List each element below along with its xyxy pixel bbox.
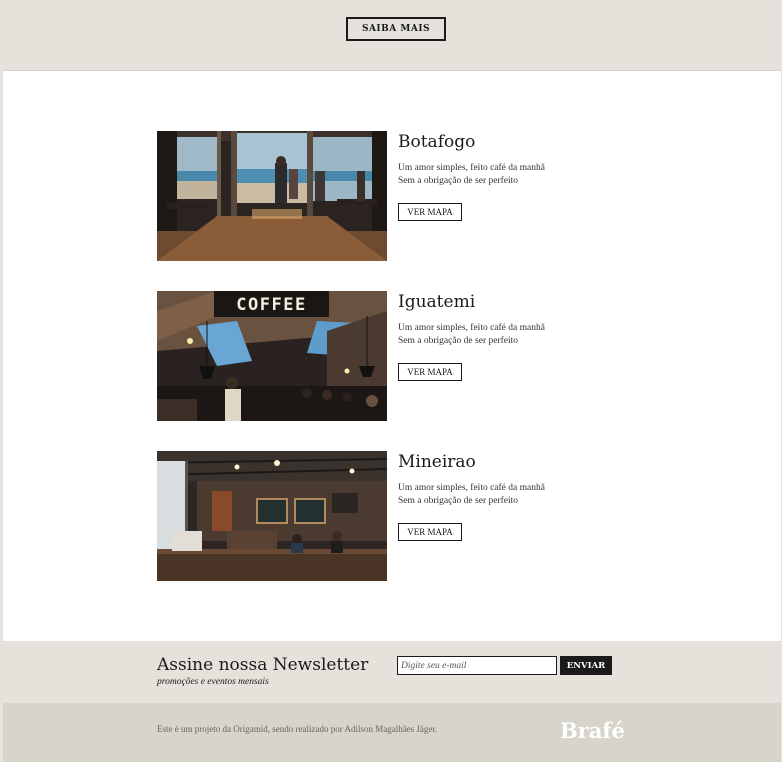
newsletter-title: Assine nossa Newsletter [157,655,369,675]
location-description: Um amor simples, feito café da manhã Sem… [398,322,545,348]
location-description: Um amor simples, feito café da manhã Sem… [398,162,545,188]
location-description-line: Um amor simples, feito café da manhã [398,163,545,173]
location-card-botafogo: Botafogo Um amor simples, feito café da … [157,131,617,261]
newsletter-subtitle: promoções e eventos mensais [157,677,269,687]
location-name: Botafogo [398,132,476,152]
location-description-line: Sem a obrigação de ser perfeito [398,496,519,506]
brand-logo[interactable]: Brafé [560,718,625,743]
location-photo [157,451,387,581]
location-card-mineirao: Mineirao Um amor simples, feito café da … [157,451,617,581]
coffee-sign-text: COFFEE [236,295,306,315]
location-name: Iguatemi [398,292,476,312]
location-description-line: Um amor simples, feito café da manhã [398,483,545,493]
coffee-sign-interior-photo: COFFEE [157,291,387,421]
cafe-counter-interior-photo [157,451,387,581]
location-description-line: Sem a obrigação de ser perfeito [398,336,519,346]
location-name: Mineirao [398,452,476,472]
location-description-line: Sem a obrigação de ser perfeito [398,176,519,186]
newsletter-section: Assine nossa Newsletter promoções e even… [3,641,781,703]
ver-mapa-button[interactable]: VER MAPA [398,363,462,381]
location-description: Um amor simples, feito café da manhã Sem… [398,482,545,508]
location-photo: COFFEE [157,291,387,421]
location-photo [157,131,387,261]
hero-band: SAIBA MAIS [3,0,781,71]
cafe-beach-view-photo [157,131,387,261]
location-card-iguatemi: COFFEE Iguatemi Um amor simples, feito c… [157,291,617,421]
enviar-button[interactable]: ENVIAR [560,656,612,675]
email-field[interactable] [397,656,557,675]
footer-credit: Este é um projeto da Origamid, sendo rea… [157,724,438,734]
ver-mapa-button[interactable]: VER MAPA [398,203,462,221]
saiba-mais-button[interactable]: SAIBA MAIS [346,17,446,41]
location-description-line: Um amor simples, feito café da manhã [398,323,545,333]
ver-mapa-button[interactable]: VER MAPA [398,523,462,541]
footer: Este é um projeto da Origamid, sendo rea… [3,703,781,762]
